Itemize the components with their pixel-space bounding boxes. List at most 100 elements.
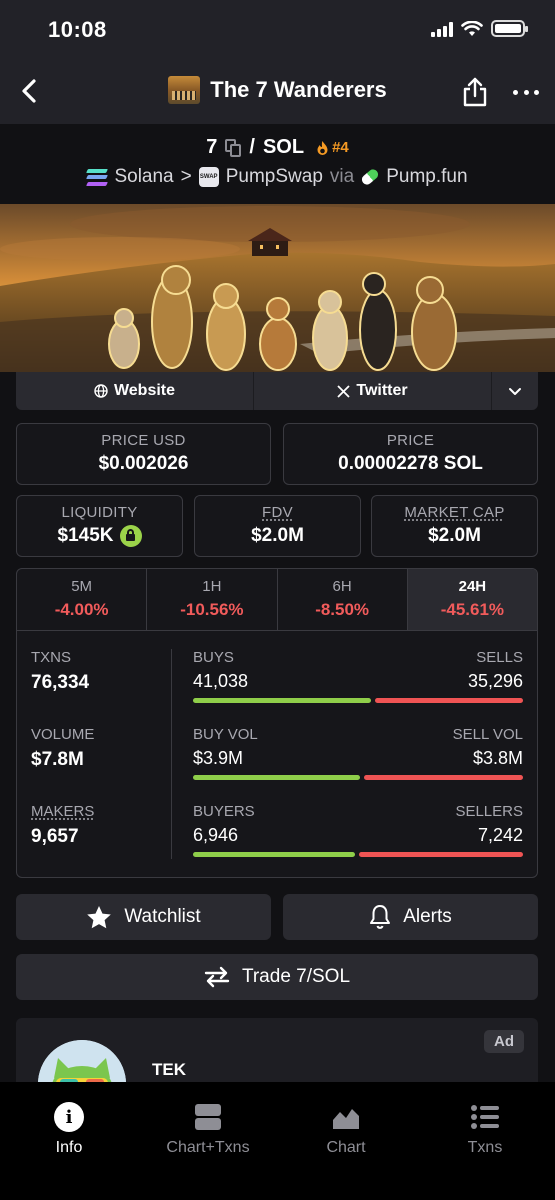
chain-dex[interactable]: PumpSwap	[226, 166, 323, 188]
txns-value: 76,334	[31, 672, 90, 693]
buyers-value: 6,946	[193, 825, 239, 845]
split-layout-icon	[195, 1104, 221, 1130]
pair-header: 7 / SOL #4	[0, 136, 555, 159]
pair-base: 7	[206, 136, 218, 158]
alerts-button[interactable]: Alerts	[283, 894, 538, 940]
more-dot-icon	[523, 89, 529, 95]
makers-split: BUYERS SELLERS 6,946 7,242	[193, 803, 523, 877]
more-options-button[interactable]	[513, 82, 539, 102]
liquidity-value-group: $145K	[17, 525, 182, 547]
buy-vol-bar-fill	[193, 775, 360, 780]
cellular-signal-icon	[431, 21, 453, 37]
website-button[interactable]: Website	[16, 372, 254, 410]
share-button[interactable]	[461, 76, 491, 108]
stats-totals: TXNS 76,334 VOLUME $7.8M MAKERS 9,657	[31, 649, 171, 877]
tab-label: 5M	[71, 578, 93, 595]
price-usd-label: PRICE USD	[101, 432, 186, 449]
flame-icon	[317, 140, 328, 155]
status-bar: 10:08	[0, 0, 555, 62]
chevron-down-icon	[509, 387, 521, 395]
chain-via: via	[329, 166, 355, 187]
trending-rank-badge[interactable]: #4	[316, 139, 349, 156]
tab-txns[interactable]: Txns	[430, 1100, 540, 1157]
status-icons	[431, 20, 528, 37]
sell-vol-label: SELL VOL	[452, 726, 523, 743]
token-banner-image	[0, 204, 555, 372]
chain-breadcrumb: Solana > SWAP PumpSwap via Pump.fun	[0, 166, 555, 188]
token-detail-content[interactable]: 7 / SOL #4 Solana > SWAP PumpSwap via Pu…	[0, 124, 555, 1082]
tab-5m[interactable]: 5M -4.00%	[17, 569, 148, 630]
status-time: 10:08	[48, 17, 107, 42]
pumpswap-icon: SWAP	[198, 167, 219, 187]
price-native-card: PRICE 0.00002278 SOL	[283, 423, 538, 485]
tab-chart-label: Chart	[326, 1139, 366, 1156]
tab-txns-label: Txns	[467, 1139, 503, 1156]
swap-arrows-icon	[204, 966, 230, 988]
buyers-label: BUYERS	[193, 803, 255, 820]
makers-stat: MAKERS 9,657	[31, 803, 171, 877]
twitter-button[interactable]: Twitter	[254, 372, 492, 410]
ad-card[interactable]: TEK Ad	[16, 1018, 538, 1082]
ad-title: TEK	[152, 1060, 186, 1079]
tab-label: 6H	[332, 578, 352, 595]
watchlist-button[interactable]: Watchlist	[16, 894, 271, 940]
liquidity-card: LIQUIDITY $145K	[16, 495, 183, 557]
buy-vol-value: $3.9M	[193, 748, 244, 768]
trading-stats-panel: 5M -4.00% 1H -10.56% 6H -8.50% 24H -45.6…	[16, 568, 538, 878]
makers-bar	[193, 852, 523, 857]
price-native-value: 0.00002278 SOL	[338, 453, 483, 474]
price-native-label: PRICE	[386, 432, 435, 449]
share-icon	[463, 77, 487, 107]
chain-network[interactable]: Solana	[114, 166, 173, 188]
pumpfun-pill-icon	[360, 167, 381, 187]
tab-chart[interactable]: Chart	[291, 1100, 401, 1157]
twitter-label: Twitter	[356, 382, 408, 399]
market-cap-card: MARKET CAP $2.0M	[371, 495, 538, 557]
tab-info[interactable]: i Info	[14, 1100, 124, 1157]
fdv-card: FDV $2.0M	[194, 495, 361, 557]
volume-split: BUY VOL SELL VOL $3.9M $3.8M	[193, 726, 523, 803]
tab-1h[interactable]: 1H -10.56%	[147, 569, 278, 630]
social-links-row: Website Twitter	[16, 372, 538, 410]
tab-6h[interactable]: 6H -8.50%	[278, 569, 408, 630]
volume-value: $7.8M	[31, 749, 84, 770]
fdv-label[interactable]: FDV	[195, 504, 360, 521]
buys-value: 41,038	[193, 671, 249, 691]
makers-label[interactable]: MAKERS	[31, 803, 171, 820]
chevron-right-icon: >	[180, 166, 192, 187]
alerts-label: Alerts	[403, 906, 452, 927]
list-icon	[471, 1105, 499, 1129]
nav-bar: The 7 Wanderers	[0, 62, 555, 124]
x-logo-icon	[337, 384, 350, 398]
trade-button[interactable]: Trade 7/SOL	[16, 954, 538, 1000]
sellers-value: 7,242	[477, 825, 523, 845]
expand-links-button[interactable]	[492, 372, 538, 410]
sells-value: 35,296	[467, 671, 523, 691]
sellers-bar-fill	[358, 852, 523, 857]
buys-sells-bar	[193, 698, 523, 703]
txns-stat: TXNS 76,334	[31, 649, 171, 726]
buy-vol-label: BUY VOL	[193, 726, 258, 743]
tab-24h[interactable]: 24H -45.61%	[407, 569, 537, 630]
fdv-value: $2.0M	[251, 525, 304, 546]
wifi-icon	[461, 20, 483, 36]
market-cap-value: $2.0M	[428, 525, 481, 546]
ad-avatar	[38, 1040, 126, 1082]
sellers-label: SELLERS	[455, 803, 523, 820]
page-title: The 7 Wanderers	[210, 77, 387, 102]
copy-icon[interactable]	[225, 138, 242, 157]
market-cap-label[interactable]: MARKET CAP	[372, 504, 537, 521]
buyers-bar-fill	[193, 852, 355, 857]
volume-stat: VOLUME $7.8M	[31, 726, 171, 803]
lock-icon[interactable]	[119, 525, 142, 547]
timeframe-tabs: 5M -4.00% 1H -10.56% 6H -8.50% 24H -45.6…	[17, 569, 537, 631]
chain-launchpad[interactable]: Pump.fun	[386, 166, 467, 188]
tab-change: -8.50%	[315, 600, 370, 619]
makers-value: 9,657	[31, 826, 79, 847]
tab-change: -4.00%	[54, 600, 109, 619]
sell-vol-value: $3.8M	[472, 748, 523, 768]
tab-chart-txns[interactable]: Chart+Txns	[153, 1100, 263, 1157]
price-usd-value: $0.002026	[98, 453, 189, 474]
stats-splits: BUYS SELLS 41,038 35,296 BUY VOL SELL VOL $…	[193, 649, 523, 877]
tab-info-label: Info	[55, 1139, 83, 1156]
